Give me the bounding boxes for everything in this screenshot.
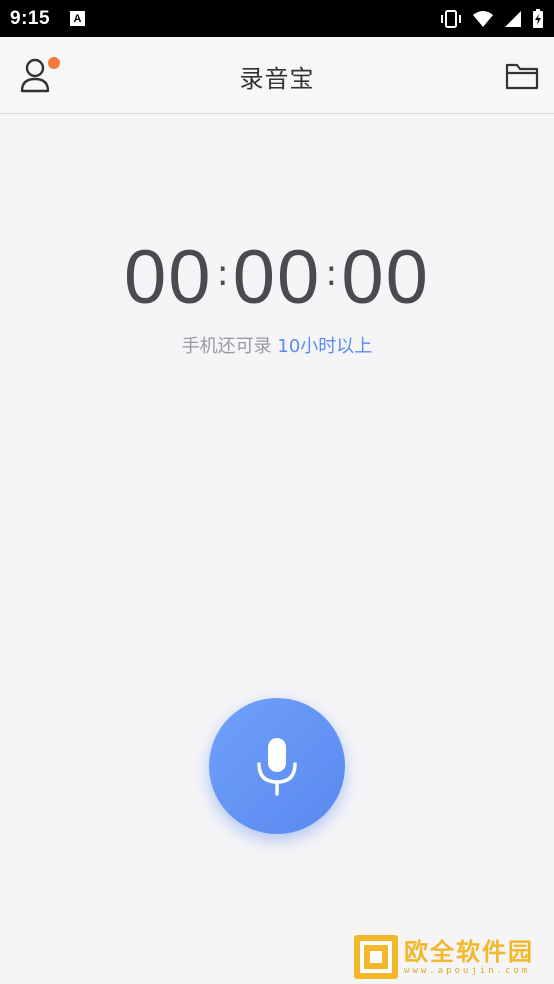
watermark-name: 欧全软件园 bbox=[404, 938, 534, 966]
timer-hours: 00 bbox=[124, 234, 213, 320]
remaining-highlight: 10小时以上 bbox=[277, 336, 373, 357]
watermark-url: www.apoujin.com bbox=[404, 966, 531, 976]
timer-seconds: 00 bbox=[341, 234, 430, 320]
recording-timer: 00 : 00 : 00 bbox=[0, 232, 554, 322]
notification-badge: A bbox=[70, 11, 86, 26]
status-bar: 9:15 A bbox=[0, 0, 554, 37]
notification-dot bbox=[48, 57, 60, 69]
status-time: 9:15 bbox=[10, 7, 51, 29]
status-icons bbox=[440, 8, 544, 29]
watermark: 欧全软件园 www.apoujin.com bbox=[354, 934, 550, 980]
vibrate-icon bbox=[441, 9, 461, 28]
watermark-text: 欧全软件园 www.apoujin.com bbox=[404, 938, 534, 976]
remaining-time-text: 手机还可录 10小时以上 bbox=[0, 332, 554, 358]
timer-minutes: 00 bbox=[232, 234, 322, 320]
app-header: 录音宝 bbox=[0, 37, 554, 114]
wifi-icon bbox=[473, 10, 493, 27]
battery-charging-icon bbox=[533, 8, 543, 28]
signal-icon bbox=[505, 10, 521, 27]
folder-icon bbox=[505, 63, 539, 90]
folder-button[interactable] bbox=[505, 62, 539, 90]
page-title: 录音宝 bbox=[239, 65, 315, 93]
record-button[interactable] bbox=[209, 698, 345, 834]
microphone-icon bbox=[257, 738, 297, 796]
remaining-prefix: 手机还可录 bbox=[181, 336, 272, 357]
watermark-logo bbox=[354, 935, 398, 979]
timer-separator: : bbox=[216, 252, 229, 294]
timer-separator: : bbox=[325, 252, 338, 294]
